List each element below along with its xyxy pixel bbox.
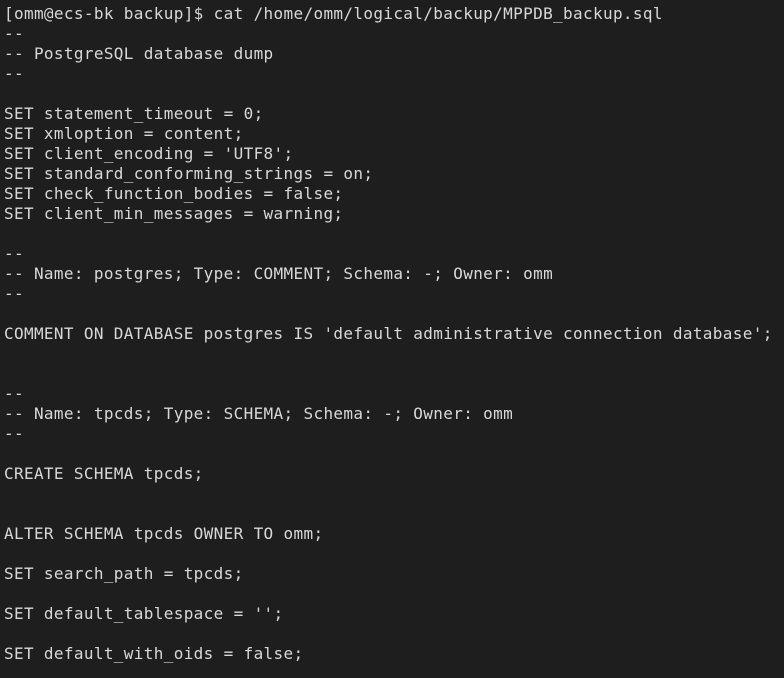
terminal-line: -- [4, 64, 24, 83]
terminal-line: ALTER SCHEMA tpcds OWNER TO omm; [4, 524, 324, 543]
terminal-line: SET client_encoding = 'UTF8'; [4, 144, 294, 163]
terminal-line: -- [4, 424, 24, 443]
terminal-line: -- PostgreSQL database dump [4, 44, 274, 63]
terminal-line: SET search_path = tpcds; [4, 564, 244, 583]
terminal-line: SET default_with_oids = false; [4, 644, 304, 663]
terminal-line: SET xmloption = content; [4, 124, 244, 143]
terminal-line: SET client_min_messages = warning; [4, 204, 344, 223]
terminal-line: SET statement_timeout = 0; [4, 104, 264, 123]
terminal-line: -- [4, 244, 24, 263]
terminal-line: -- Name: postgres; Type: COMMENT; Schema… [4, 264, 554, 283]
terminal-line: CREATE SCHEMA tpcds; [4, 464, 204, 483]
terminal-line: SET default_tablespace = ''; [4, 604, 284, 623]
terminal-line: -- [4, 24, 24, 43]
terminal-line: SET standard_conforming_strings = on; [4, 164, 374, 183]
terminal-line: SET check_function_bodies = false; [4, 184, 344, 203]
shell-command-line: [omm@ecs-bk backup]$ cat /home/omm/logic… [4, 4, 663, 23]
terminal-output[interactable]: [omm@ecs-bk backup]$ cat /home/omm/logic… [4, 4, 773, 664]
terminal-line: -- Name: tpcds; Type: SCHEMA; Schema: -;… [4, 404, 514, 423]
terminal-line: -- [4, 384, 24, 403]
terminal-line: COMMENT ON DATABASE postgres IS 'default… [4, 324, 773, 343]
terminal-line: -- [4, 284, 24, 303]
